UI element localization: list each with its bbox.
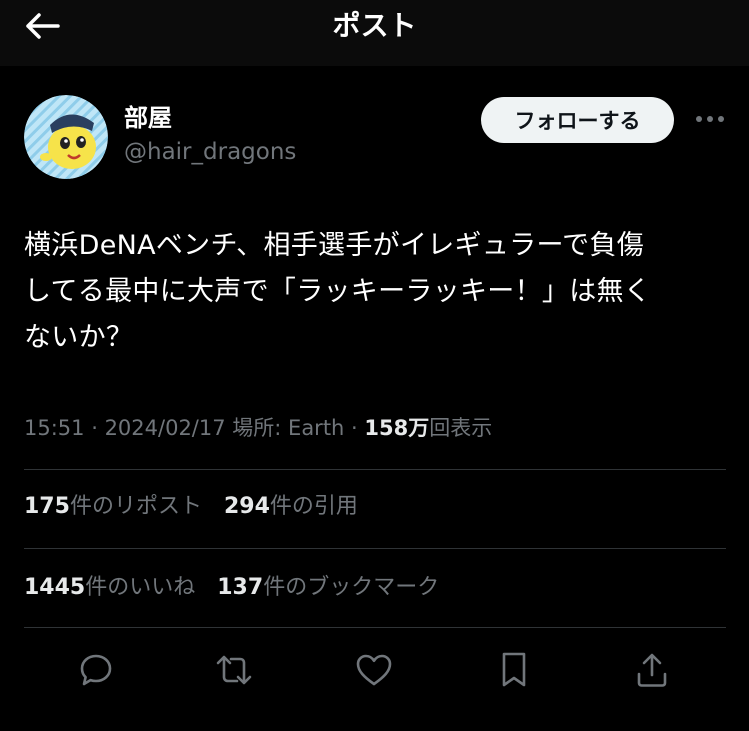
divider bbox=[24, 548, 726, 549]
bookmarks-stat[interactable]: 137件のブックマーク bbox=[217, 575, 439, 600]
divider bbox=[24, 469, 726, 470]
stats-row-likes: 1445件のいいね 137件のブックマーク bbox=[24, 571, 461, 605]
likes-stat[interactable]: 1445件のいいね bbox=[24, 575, 195, 600]
post-location: 場所: Earth bbox=[232, 416, 345, 440]
post-date[interactable]: 2024/02/17 bbox=[105, 416, 226, 440]
reposts-label: 件のリポスト bbox=[69, 494, 202, 519]
stats-row-reposts: 175件のリポスト 294件の引用 bbox=[24, 490, 380, 524]
reposts-stat[interactable]: 175件のリポスト bbox=[24, 494, 202, 519]
share-icon[interactable] bbox=[630, 648, 674, 692]
tweet-meta: 15:51 · 2024/02/17 場所: Earth · 158万回表示 bbox=[24, 411, 724, 445]
meta-separator: · bbox=[84, 416, 105, 440]
divider bbox=[24, 627, 726, 628]
quotes-count: 294 bbox=[223, 494, 270, 519]
tweet-text: 横浜DeNAベンチ、相手選手がイレギュラーで負傷 してる最中に大声で「ラッキーラ… bbox=[24, 230, 652, 353]
repost-icon[interactable] bbox=[212, 648, 256, 692]
quotes-stat[interactable]: 294件の引用 bbox=[224, 494, 358, 519]
user-handle[interactable]: @hair_dragons bbox=[124, 136, 296, 168]
avatar[interactable] bbox=[24, 95, 108, 179]
reply-icon[interactable] bbox=[74, 648, 118, 692]
bookmark-icon[interactable] bbox=[492, 648, 536, 692]
quotes-label: 件の引用 bbox=[269, 494, 358, 519]
more-horizontal-icon[interactable] bbox=[693, 104, 727, 134]
top-bar: ポスト bbox=[0, 0, 749, 66]
bookmarks-count: 137 bbox=[217, 575, 264, 600]
likes-label: 件のいいね bbox=[85, 575, 196, 600]
meta-separator: · bbox=[344, 416, 365, 440]
views-label[interactable]: 回表示 bbox=[429, 416, 492, 440]
post-time[interactable]: 15:51 bbox=[24, 416, 85, 440]
likes-count: 1445 bbox=[24, 575, 86, 600]
like-icon[interactable] bbox=[352, 648, 396, 692]
views-count: 158万 bbox=[364, 416, 430, 440]
display-name[interactable]: 部屋 bbox=[124, 101, 172, 135]
follow-button[interactable]: フォローする bbox=[481, 97, 674, 143]
bookmarks-label: 件のブックマーク bbox=[263, 575, 440, 600]
page-title: ポスト bbox=[332, 9, 417, 42]
reposts-count: 175 bbox=[24, 494, 70, 519]
